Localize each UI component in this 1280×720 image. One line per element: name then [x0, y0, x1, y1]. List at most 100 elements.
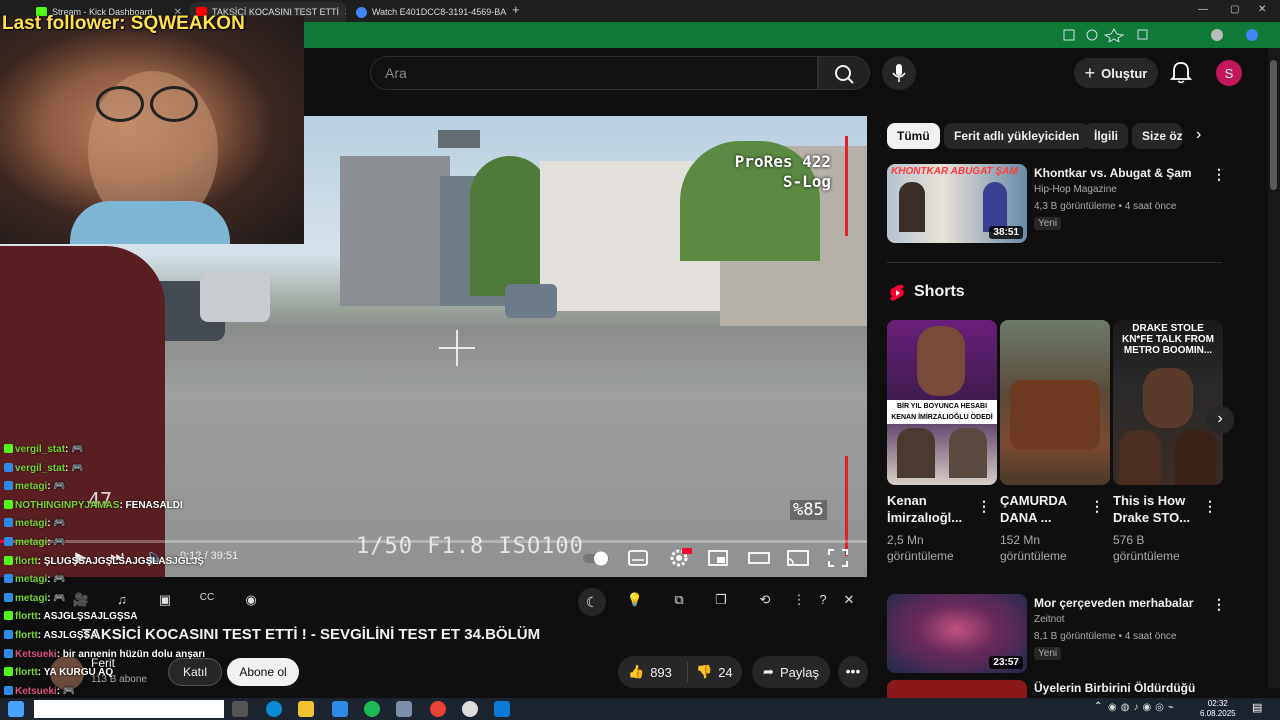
miniplayer-icon[interactable]: [708, 550, 728, 566]
video-title[interactable]: Mor çerçeveden merhabalar: [1034, 596, 1193, 610]
search-input[interactable]: Ara: [370, 56, 818, 90]
more-vert-icon[interactable]: ⋮: [790, 592, 808, 610]
mail-icon[interactable]: [332, 701, 348, 717]
chevron-right-icon[interactable]: ›: [1206, 406, 1234, 434]
chrome-icon[interactable]: [430, 701, 446, 717]
thumbnail-third-video[interactable]: [887, 680, 1027, 698]
obs-icon[interactable]: [462, 701, 478, 717]
toolbar-icons[interactable]: [1062, 28, 1262, 42]
like-button[interactable]: 👍 893: [618, 662, 688, 682]
loop-icon[interactable]: ⟲: [756, 592, 774, 610]
duration-badge: 38:51: [989, 226, 1023, 239]
chat-username: Ketsueki: [15, 686, 57, 697]
notification-icon[interactable]: ▤: [1252, 701, 1262, 714]
channel-name[interactable]: Zeitnot: [1034, 614, 1065, 625]
avatar[interactable]: S: [1216, 60, 1242, 86]
chat-badge-icon: [4, 593, 13, 602]
chip-from-uploader[interactable]: Ferit adlı yükleyiciden: [944, 123, 1090, 149]
thumbnail-first-video[interactable]: KHONTKAR ABUGAT ŞAM 38:51: [887, 164, 1027, 243]
create-button[interactable]: + Oluştur: [1074, 58, 1158, 88]
tab-watch[interactable]: Watch E401DCC8-3191-4569-BA ✕: [350, 2, 508, 22]
task-view-icon[interactable]: [232, 701, 248, 717]
music-icon[interactable]: ♫: [113, 592, 131, 610]
taskbar-clock[interactable]: 02:32 6.08.2025: [1200, 699, 1236, 719]
short-thumbnail[interactable]: DRAKE STOLE KN*FE TALK FROM METRO BOOMIN…: [1113, 320, 1223, 485]
video-car: [200, 272, 270, 322]
tray-chevron-icon[interactable]: ⌃: [1094, 701, 1102, 712]
short-title[interactable]: ÇAMURDA DANA ...: [1000, 492, 1067, 526]
thumbnail-second-video[interactable]: 23:57: [887, 594, 1027, 673]
chevron-right-icon[interactable]: ›: [1196, 126, 1201, 144]
more-vert-icon[interactable]: ⋮: [1090, 498, 1104, 515]
close-window-button[interactable]: ✕: [1258, 4, 1266, 15]
pip-icon[interactable]: ⧉: [670, 592, 688, 610]
more-vert-icon[interactable]: ⋮: [1212, 596, 1226, 613]
cast-icon[interactable]: [787, 550, 809, 566]
chat-badge-icon: [4, 556, 13, 565]
help-icon[interactable]: ?: [814, 592, 832, 610]
close-icon[interactable]: ✕: [344, 7, 346, 18]
lightbulb-icon[interactable]: 💡: [626, 592, 644, 610]
chat-text: : 🎮: [47, 574, 66, 585]
short-title[interactable]: This is How Drake STO...: [1113, 492, 1190, 526]
more-vert-icon[interactable]: ⋮: [1212, 166, 1226, 183]
fullscreen-icon[interactable]: [828, 549, 848, 567]
join-button[interactable]: Katıl: [168, 658, 222, 686]
screenshot-icon[interactable]: ◉: [242, 592, 260, 610]
short-title[interactable]: Kenan İmirzalıoğl...: [887, 492, 962, 526]
notifications-bell-icon[interactable]: [1170, 60, 1192, 84]
chat-badge-icon: [4, 500, 13, 509]
autoplay-toggle-icon[interactable]: [582, 549, 612, 567]
cc-icon[interactable]: CC: [198, 592, 216, 610]
short-thumbnail[interactable]: BİR YIL BOYUNCA HESABI KENAN İMİRZALIOĞL…: [887, 320, 997, 485]
chat-text: : ASJGLŞSAJLGŞSA: [37, 611, 138, 622]
more-vert-icon[interactable]: ⋮: [977, 498, 991, 515]
minimize-button[interactable]: —: [1198, 4, 1208, 15]
chat-text: : FENASALDI: [119, 500, 183, 511]
chat-username: metagi: [15, 593, 48, 604]
maximize-button[interactable]: ▢: [1230, 4, 1239, 15]
taskbar-search[interactable]: [34, 700, 224, 718]
chip-related[interactable]: İlgili: [1084, 123, 1128, 149]
calculator-icon[interactable]: [396, 701, 412, 717]
chat-message: metagi: 🎮: [4, 593, 66, 604]
new-tab-button[interactable]: +: [512, 2, 520, 17]
scrollbar-thumb[interactable]: [1270, 60, 1277, 190]
video-title[interactable]: Üyelerin Birbirini Öldürdüğü: [1034, 681, 1195, 695]
layers-icon[interactable]: ❐: [712, 592, 730, 610]
dislike-button[interactable]: 👎 24: [688, 664, 733, 680]
share-button[interactable]: ➦ Paylaş: [752, 656, 830, 688]
video-title[interactable]: Khontkar vs. Abugat & Şam: [1034, 166, 1192, 180]
search-button[interactable]: [818, 56, 870, 90]
video-codec-overlay: ProRes 422 S-Log: [735, 152, 831, 192]
chip-all[interactable]: Tümü: [887, 123, 940, 149]
close-icon[interactable]: ✕: [840, 592, 858, 610]
voice-search-button[interactable]: [882, 56, 916, 90]
camera-icon[interactable]: 🎥: [72, 592, 90, 610]
chip-for-you[interactable]: Size öz: [1132, 123, 1182, 149]
more-actions-button[interactable]: •••: [838, 656, 868, 688]
subscribe-button[interactable]: Abone ol: [227, 658, 299, 686]
tray-icons[interactable]: ◉◍♪◉◎⌁: [1108, 702, 1198, 716]
progress-bar[interactable]: [0, 540, 867, 543]
search-icon: [835, 65, 854, 84]
settings-gear-icon[interactable]: [668, 548, 692, 568]
dark-mode-icon[interactable]: ☾: [578, 588, 606, 616]
share-icon: ➦: [763, 664, 774, 679]
spotify-icon[interactable]: [364, 701, 380, 717]
windows-taskbar: ⌃ ◉◍♪◉◎⌁ ▤: [0, 698, 1280, 720]
more-vert-icon[interactable]: ⋮: [1203, 498, 1217, 515]
short-views-label: görüntüleme: [887, 549, 954, 563]
file-explorer-icon[interactable]: [298, 701, 314, 717]
last-follower-label: Last follower: SQWEAKON: [2, 13, 245, 34]
chat-message: NOTHINGINPYJAMAS: FENASALDI: [4, 500, 183, 511]
short-face: [949, 428, 987, 478]
channel-name[interactable]: Hip-Hop Magazine: [1034, 184, 1117, 195]
subtitles-icon[interactable]: [628, 550, 648, 566]
short-thumbnail[interactable]: [1000, 320, 1110, 485]
theater-mode-icon[interactable]: [748, 550, 770, 566]
start-icon[interactable]: [8, 701, 24, 717]
vscode-icon[interactable]: [494, 701, 510, 717]
image-icon[interactable]: ▣: [156, 592, 174, 610]
edge-icon[interactable]: [266, 701, 282, 717]
